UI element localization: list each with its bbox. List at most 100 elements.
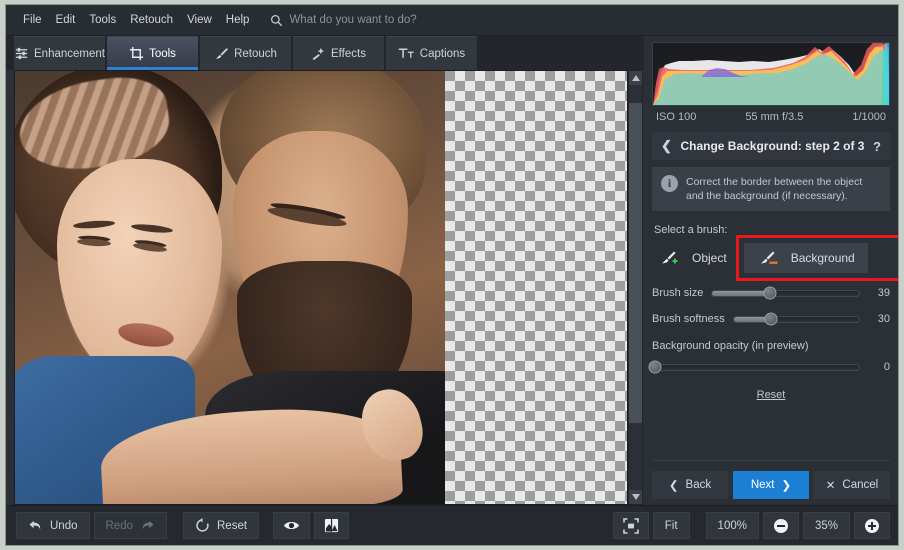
search-box[interactable]: What do you want to do? bbox=[264, 12, 422, 29]
plus-circle-icon bbox=[864, 518, 880, 534]
zoom-in-button[interactable] bbox=[854, 512, 890, 539]
brush-size-knob[interactable] bbox=[763, 286, 777, 300]
zoom-100-label: 100% bbox=[717, 519, 747, 532]
menu-item-retouch[interactable]: Retouch bbox=[123, 11, 180, 29]
next-label: Next bbox=[750, 479, 775, 491]
brush-softness-value: 30 bbox=[877, 313, 890, 326]
brush-section-label: Select a brush: bbox=[654, 224, 728, 237]
menu-bar: File Edit Tools Retouch View Help What d… bbox=[6, 5, 898, 36]
application-window: File Edit Tools Retouch View Help What d… bbox=[5, 4, 899, 546]
reset-label: Reset bbox=[217, 519, 248, 532]
help-button[interactable]: ? bbox=[873, 139, 881, 154]
minus-circle-icon bbox=[773, 518, 789, 534]
back-button[interactable]: ❮ Back bbox=[652, 471, 728, 499]
preview-toggle-button[interactable] bbox=[273, 512, 311, 539]
right-panel: ISO 100 55 mm f/3.5 1/1000 ❮ Change Back… bbox=[644, 36, 898, 505]
search-input[interactable]: What do you want to do? bbox=[289, 14, 416, 26]
scroll-down-button[interactable] bbox=[629, 490, 642, 504]
eye-icon bbox=[283, 519, 300, 532]
info-box: i Correct the border between the object … bbox=[652, 167, 890, 212]
reset-link[interactable]: Reset bbox=[652, 389, 890, 401]
exif-info: ISO 100 55 mm f/3.5 1/1000 bbox=[652, 106, 890, 130]
undo-arrow-icon bbox=[28, 519, 43, 532]
chevron-left-icon[interactable]: ❮ bbox=[661, 138, 672, 154]
zoom-out-button[interactable] bbox=[762, 512, 799, 539]
brush-softness-track[interactable] bbox=[732, 312, 860, 326]
vertical-scroll-thumb[interactable] bbox=[629, 103, 642, 423]
brush-option-background[interactable]: Background bbox=[743, 243, 868, 274]
scroll-up-button[interactable] bbox=[629, 71, 642, 85]
tab-label: Effects bbox=[331, 47, 366, 60]
menu-item-edit[interactable]: Edit bbox=[49, 11, 83, 29]
redo-arrow-icon bbox=[140, 519, 155, 532]
slider-brush-size[interactable]: Brush size 39 bbox=[652, 286, 890, 300]
exif-lens: 55 mm f/3.5 bbox=[745, 111, 804, 123]
tab-tools[interactable]: Tools bbox=[107, 36, 198, 70]
before-after-icon bbox=[324, 518, 339, 533]
chevron-right-icon: ❯ bbox=[781, 480, 792, 492]
menu-item-tools[interactable]: Tools bbox=[82, 11, 123, 29]
fit-label-button[interactable]: Fit bbox=[652, 512, 690, 539]
background-opacity-track[interactable] bbox=[648, 360, 860, 374]
canvas-vertical-scrollbar[interactable] bbox=[628, 70, 643, 505]
wizard-navigation: ❮ Back Next ❯ ✕ Cancel bbox=[652, 460, 890, 499]
menu-item-file[interactable]: File bbox=[16, 11, 49, 29]
tab-enhancement[interactable]: Enhancement bbox=[14, 36, 105, 70]
reset-circle-icon bbox=[195, 518, 210, 533]
cancel-button[interactable]: ✕ Cancel bbox=[814, 471, 890, 499]
brush-softness-knob[interactable] bbox=[764, 312, 778, 326]
fit-label: Fit bbox=[664, 519, 678, 532]
menu-item-view[interactable]: View bbox=[180, 11, 219, 29]
tab-captions[interactable]: Captions bbox=[386, 36, 477, 70]
close-icon: ✕ bbox=[825, 480, 836, 492]
zoom-level-display[interactable]: 35% bbox=[802, 512, 850, 539]
brush-minus-icon bbox=[757, 249, 779, 267]
fit-frame-icon bbox=[622, 517, 639, 534]
image-canvas[interactable] bbox=[14, 70, 628, 505]
brush-size-value: 39 bbox=[877, 287, 890, 300]
reset-button[interactable]: Reset bbox=[183, 512, 260, 539]
info-icon: i bbox=[661, 175, 678, 192]
exif-shutter: 1/1000 bbox=[852, 111, 886, 123]
tab-label: Retouch bbox=[234, 47, 277, 60]
search-icon bbox=[270, 14, 283, 27]
photo-subject bbox=[15, 71, 445, 504]
brush-icon bbox=[214, 46, 229, 61]
fit-to-screen-button[interactable] bbox=[612, 512, 649, 539]
panel-header: ❮ Change Background: step 2 of 3 ? bbox=[652, 132, 890, 160]
background-opacity-knob[interactable] bbox=[648, 360, 662, 374]
tab-retouch[interactable]: Retouch bbox=[200, 36, 291, 70]
tab-label: Captions bbox=[419, 47, 466, 60]
bottom-toolbar: Undo Redo Reset Fit 100% 35% bbox=[6, 505, 898, 545]
back-label: Back bbox=[685, 479, 712, 491]
crop-icon bbox=[129, 46, 144, 61]
slider-background-opacity[interactable]: 0 bbox=[648, 360, 890, 374]
undo-button[interactable]: Undo bbox=[16, 512, 90, 539]
before-after-compare-button[interactable] bbox=[314, 512, 350, 539]
chevron-left-icon: ❮ bbox=[668, 480, 679, 492]
slider-brush-softness[interactable]: Brush softness 30 bbox=[652, 312, 890, 326]
page-title: Change Background: step 2 of 3 bbox=[680, 139, 865, 153]
exif-iso: ISO 100 bbox=[656, 111, 697, 123]
background-opacity-label: Background opacity (in preview) bbox=[652, 340, 809, 353]
next-button[interactable]: Next ❯ bbox=[733, 471, 809, 499]
cancel-label: Cancel bbox=[842, 479, 879, 491]
tab-label: Enhancement bbox=[34, 47, 105, 60]
zoom-100-button[interactable]: 100% bbox=[705, 512, 759, 539]
brush-option-background-label: Background bbox=[790, 251, 855, 266]
brush-size-track[interactable] bbox=[711, 286, 860, 300]
tab-label: Tools bbox=[149, 47, 176, 60]
brush-softness-label: Brush softness bbox=[652, 313, 725, 326]
menu-item-help[interactable]: Help bbox=[219, 11, 257, 29]
background-opacity-value: 0 bbox=[883, 361, 890, 374]
text-icon bbox=[398, 46, 415, 61]
redo-button[interactable]: Redo bbox=[93, 512, 167, 539]
tab-effects[interactable]: Effects bbox=[293, 36, 384, 70]
brush-plus-icon bbox=[658, 249, 680, 267]
histogram bbox=[652, 42, 890, 106]
zoom-level-label: 35% bbox=[814, 519, 838, 532]
undo-label: Undo bbox=[50, 519, 78, 532]
brush-selector: Object Background bbox=[652, 235, 898, 282]
brush-size-label: Brush size bbox=[652, 287, 704, 300]
brush-option-object[interactable]: Object bbox=[652, 243, 740, 273]
